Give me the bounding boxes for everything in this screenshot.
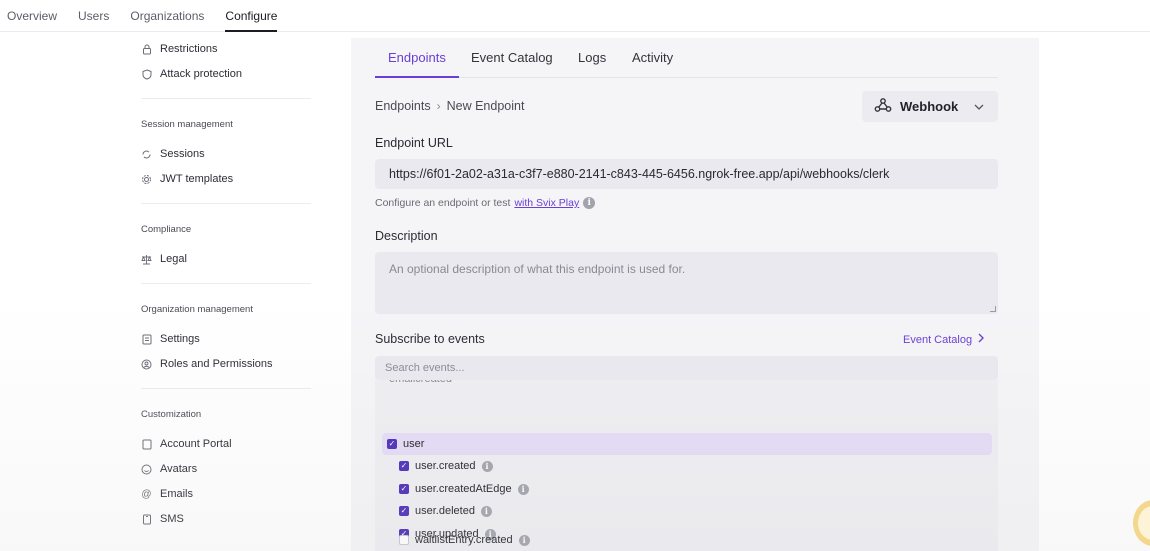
tabs-divider — [375, 77, 998, 78]
tab-configure[interactable]: Configure — [225, 0, 278, 32]
active-tab-indicator — [375, 76, 459, 78]
section-title: Compliance — [141, 224, 192, 235]
tab-activity[interactable]: Activity — [632, 50, 673, 65]
sidebar-item-restrictions[interactable]: Restrictions — [141, 43, 217, 55]
sidebar-item-label: Emails — [160, 488, 194, 500]
info-icon[interactable]: i — [583, 197, 596, 209]
corner-avatar — [1133, 500, 1150, 546]
event-group-user[interactable]: ✓ user — [382, 433, 992, 455]
breadcrumb-current: New Endpoint — [446, 99, 525, 113]
endpoint-url-label: Endpoint URL — [375, 136, 453, 150]
shield-icon — [141, 68, 152, 80]
webhooks-panel: Endpoints Event Catalog Logs Activity En… — [351, 38, 1039, 551]
description-placeholder: An optional description of what this end… — [389, 262, 686, 276]
sidebar-item-label: Attack protection — [160, 68, 242, 80]
webhook-type-dropdown[interactable]: Webhook — [862, 91, 998, 122]
sidebar-item-label: Legal — [160, 253, 187, 265]
sidebar-item-label: Roles and Permissions — [160, 358, 273, 370]
divider — [141, 98, 311, 99]
sms-icon — [141, 514, 152, 525]
event-catalog-link[interactable]: Event Catalog — [903, 333, 985, 346]
roles-icon — [141, 359, 152, 370]
list-item: emailcreated — [389, 380, 452, 385]
sidebar-item-emails[interactable]: @ Emails — [141, 488, 193, 500]
event-label: user.deleted — [415, 505, 475, 517]
subscribe-label: Subscribe to events — [375, 332, 485, 346]
helper-label: Configure an endpoint or test — [375, 197, 511, 209]
sidebar-item-label: Settings — [160, 333, 200, 345]
breadcrumb-separator: › — [436, 99, 441, 113]
endpoint-url-input[interactable]: https://6f01-2a02-a31a-c3f7-e880-2141-c8… — [375, 159, 998, 189]
sidebar-item-jwt-templates[interactable]: JWT templates — [141, 173, 233, 185]
webhook-icon — [874, 97, 892, 116]
event-user-deleted[interactable]: ✓ user.deleted i — [399, 502, 492, 520]
checkbox[interactable]: ✓ — [399, 461, 409, 471]
event-waitlist-entry-created[interactable]: waitlistEntry.created i — [399, 531, 530, 549]
sidebar-item-attack-protection[interactable]: Attack protection — [141, 68, 242, 80]
divider — [141, 388, 311, 389]
tab-overview[interactable]: Overview — [7, 0, 57, 31]
event-user-created-at-edge[interactable]: ✓ user.createdAtEdge i — [399, 480, 529, 498]
svix-play-link[interactable]: with Svix Play — [514, 197, 579, 209]
breadcrumb-endpoints[interactable]: Endpoints — [375, 99, 431, 113]
at-icon: @ — [141, 488, 152, 500]
event-group-label: user — [403, 438, 425, 450]
avatar-icon — [141, 464, 152, 475]
lock-icon — [141, 44, 152, 55]
event-label: user.created — [415, 460, 476, 472]
info-icon[interactable]: i — [481, 460, 493, 472]
chevron-down-icon — [974, 101, 984, 113]
divider — [141, 283, 311, 284]
sidebar-item-label: JWT templates — [160, 173, 234, 185]
tab-users[interactable]: Users — [78, 0, 109, 31]
event-label: waitlistEntry.created — [415, 534, 513, 546]
section-title: Customization — [141, 409, 202, 420]
info-icon[interactable]: i — [480, 505, 492, 517]
tab-organizations[interactable]: Organizations — [130, 0, 204, 31]
sidebar-item-legal[interactable]: Legal — [141, 253, 187, 265]
tab-event-catalog[interactable]: Event Catalog — [471, 50, 553, 65]
event-user-created[interactable]: ✓ user.created i — [399, 457, 493, 475]
description-label: Description — [375, 229, 438, 243]
portal-icon — [141, 439, 152, 450]
info-icon[interactable]: i — [518, 534, 530, 546]
sidebar-item-avatars[interactable]: Avatars — [141, 463, 197, 475]
event-catalog-link-label: Event Catalog — [903, 333, 973, 346]
gear-icon — [141, 174, 152, 185]
breadcrumb: Endpoints › New Endpoint — [375, 99, 524, 113]
sidebar-item-label: Account Portal — [160, 438, 232, 450]
sidebar-item-account-portal[interactable]: Account Portal — [141, 438, 232, 450]
scales-icon — [141, 254, 152, 265]
sidebar-item-label: Restrictions — [160, 43, 218, 55]
info-icon[interactable]: i — [517, 483, 529, 495]
sidebar-item-label: Avatars — [160, 463, 198, 475]
top-nav: Overview Users Organizations Configure — [0, 0, 1150, 32]
description-textarea[interactable]: An optional description of what this end… — [375, 252, 998, 314]
sessions-icon — [141, 149, 152, 160]
sidebar-item-sms[interactable]: SMS — [141, 513, 184, 525]
checkbox[interactable]: ✓ — [399, 484, 409, 494]
tab-endpoints[interactable]: Endpoints — [388, 50, 446, 65]
sidebar-item-settings[interactable]: Settings — [141, 333, 200, 345]
section-title: Session management — [141, 119, 233, 130]
section-title: Organization management — [141, 304, 253, 315]
helper-text: Configure an endpoint or test with Svix … — [375, 197, 596, 209]
settings-icon — [141, 334, 152, 345]
search-events-input[interactable] — [375, 356, 998, 380]
checkbox[interactable] — [399, 535, 409, 545]
tab-logs[interactable]: Logs — [578, 50, 606, 65]
sidebar-item-sessions[interactable]: Sessions — [141, 148, 205, 160]
sidebar-item-label: SMS — [160, 513, 184, 525]
resize-handle-icon[interactable] — [990, 306, 996, 312]
sidebar-item-label: Sessions — [160, 148, 205, 160]
checkbox[interactable]: ✓ — [387, 439, 397, 449]
events-list[interactable]: emailcreated ✓ user ✓ user.created i ✓ u… — [375, 380, 998, 551]
checkbox[interactable]: ✓ — [399, 506, 409, 516]
webhook-label: Webhook — [900, 99, 959, 114]
divider — [141, 203, 311, 204]
sidebar-item-roles-permissions[interactable]: Roles and Permissions — [141, 358, 273, 370]
chevron-right-icon — [978, 333, 985, 346]
event-label: user.createdAtEdge — [415, 483, 512, 495]
